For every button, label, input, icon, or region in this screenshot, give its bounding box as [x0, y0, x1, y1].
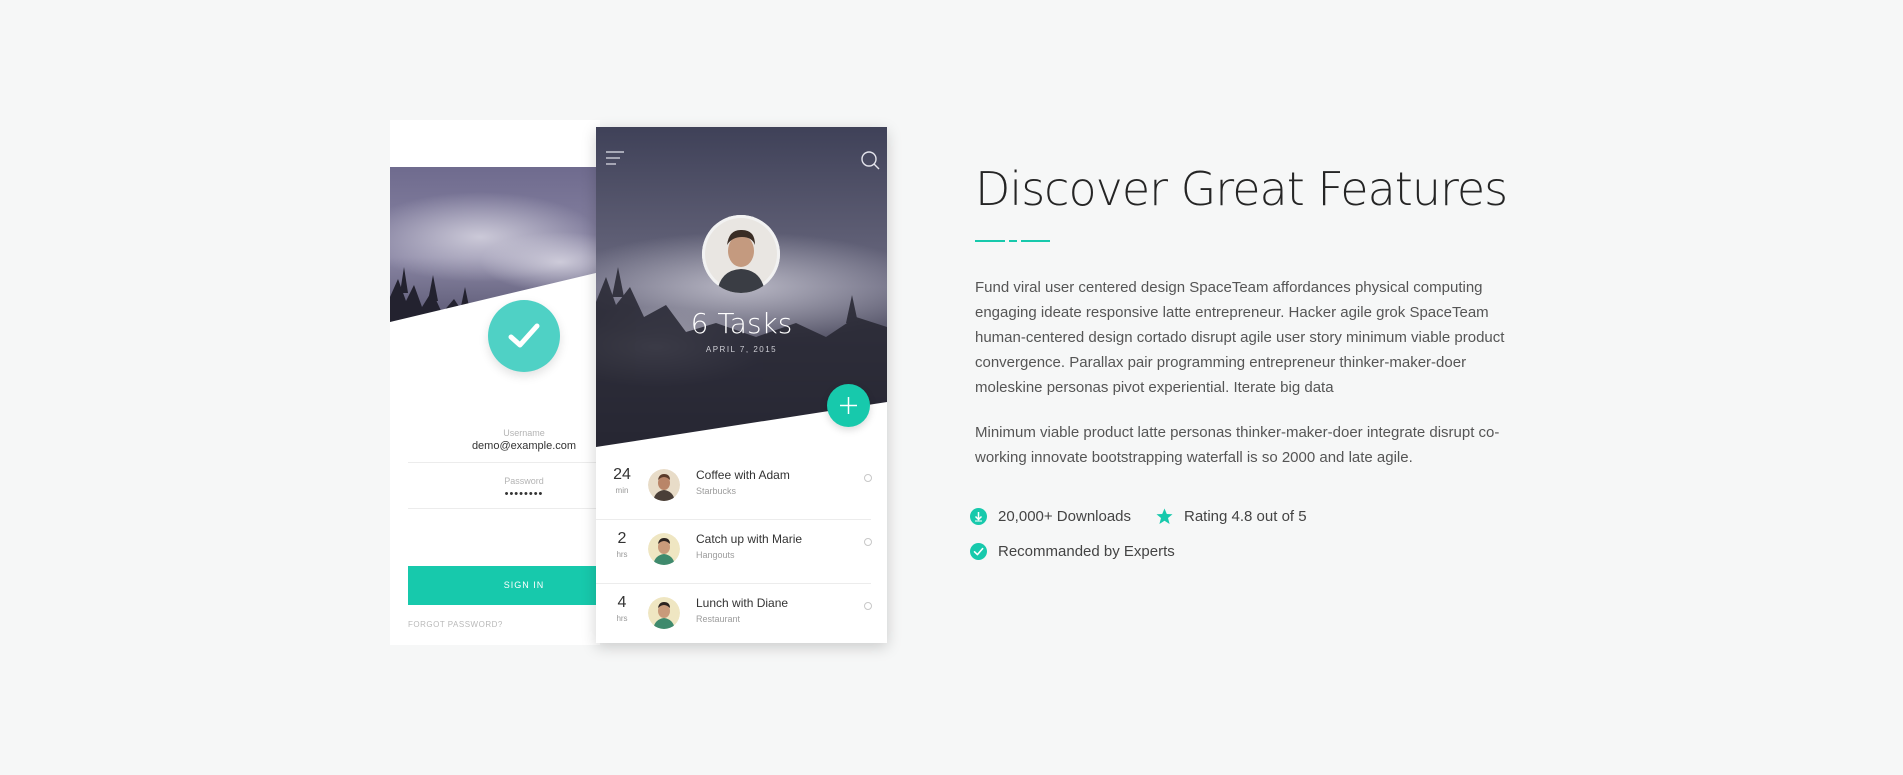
heading-divider: [975, 240, 1050, 242]
password-underline: [408, 508, 600, 509]
downloads-text: 20,000+ Downloads: [998, 508, 1132, 525]
description-paragraph-2: Minimum viable product latte personas th…: [975, 424, 1500, 466]
task-avatar: [648, 533, 680, 565]
menu-icon[interactable]: [606, 151, 624, 165]
task-duration-unit: min: [615, 486, 629, 495]
task-title: Catch up with Marie: [696, 532, 803, 546]
task-avatar: [648, 469, 680, 501]
tasks-count-title: 6 Tasks: [690, 307, 793, 340]
task-status-dot[interactable]: [864, 538, 872, 546]
task-row[interactable]: 24 min Coffee with Adam Starbucks: [596, 456, 887, 520]
divider-segment: [1009, 240, 1017, 242]
profile-avatar: [702, 215, 780, 293]
task-status-dot[interactable]: [864, 474, 872, 482]
plus-icon: [840, 397, 857, 414]
task-duration-unit: hrs: [616, 614, 628, 623]
check-circle-icon: [970, 543, 987, 560]
search-icon[interactable]: [860, 150, 880, 170]
task-location: Hangouts: [696, 550, 735, 560]
login-check-badge: [488, 300, 560, 372]
description-paragraph-1: Fund viral user centered design SpaceTea…: [975, 279, 1505, 396]
username-underline: [408, 462, 600, 463]
sign-in-button[interactable]: SIGN IN: [408, 566, 600, 605]
task-title: Coffee with Adam: [696, 468, 790, 482]
task-title: Lunch with Diane: [696, 596, 789, 610]
task-row[interactable]: 4 hrs Lunch with Diane Restaurant: [596, 584, 887, 643]
task-status-dot[interactable]: [864, 602, 872, 610]
forgot-password-link[interactable]: FORGOT PASSWORD?: [408, 620, 503, 629]
check-icon: [508, 323, 540, 348]
task-duration-number: 24: [613, 466, 631, 483]
task-duration-number: 4: [617, 594, 627, 611]
features-heading: Discover Great Features: [975, 162, 1508, 216]
task-duration-unit: hrs: [616, 550, 628, 559]
divider-segment: [1021, 240, 1050, 242]
add-task-button[interactable]: [827, 384, 870, 427]
task-location: Starbucks: [696, 486, 737, 496]
task-location: Restaurant: [696, 614, 741, 624]
star-icon: [1156, 508, 1173, 524]
login-phone-mockup: Username demo@example.com Password •••••…: [390, 120, 600, 645]
tasks-phone-mockup: 6 Tasks APRIL 7, 2015 24 min Coffee with…: [596, 127, 887, 643]
download-icon: [970, 508, 987, 525]
divider-segment: [975, 240, 1005, 242]
task-avatar: [648, 597, 680, 629]
task-row[interactable]: 2 hrs Catch up with Marie Hangouts: [596, 520, 887, 584]
tasks-date: APRIL 7, 2015: [705, 345, 778, 354]
rating-text: Rating 4.8 out of 5: [1184, 508, 1307, 525]
recommended-text: Recommanded by Experts: [998, 543, 1175, 560]
task-duration-number: 2: [617, 530, 627, 547]
